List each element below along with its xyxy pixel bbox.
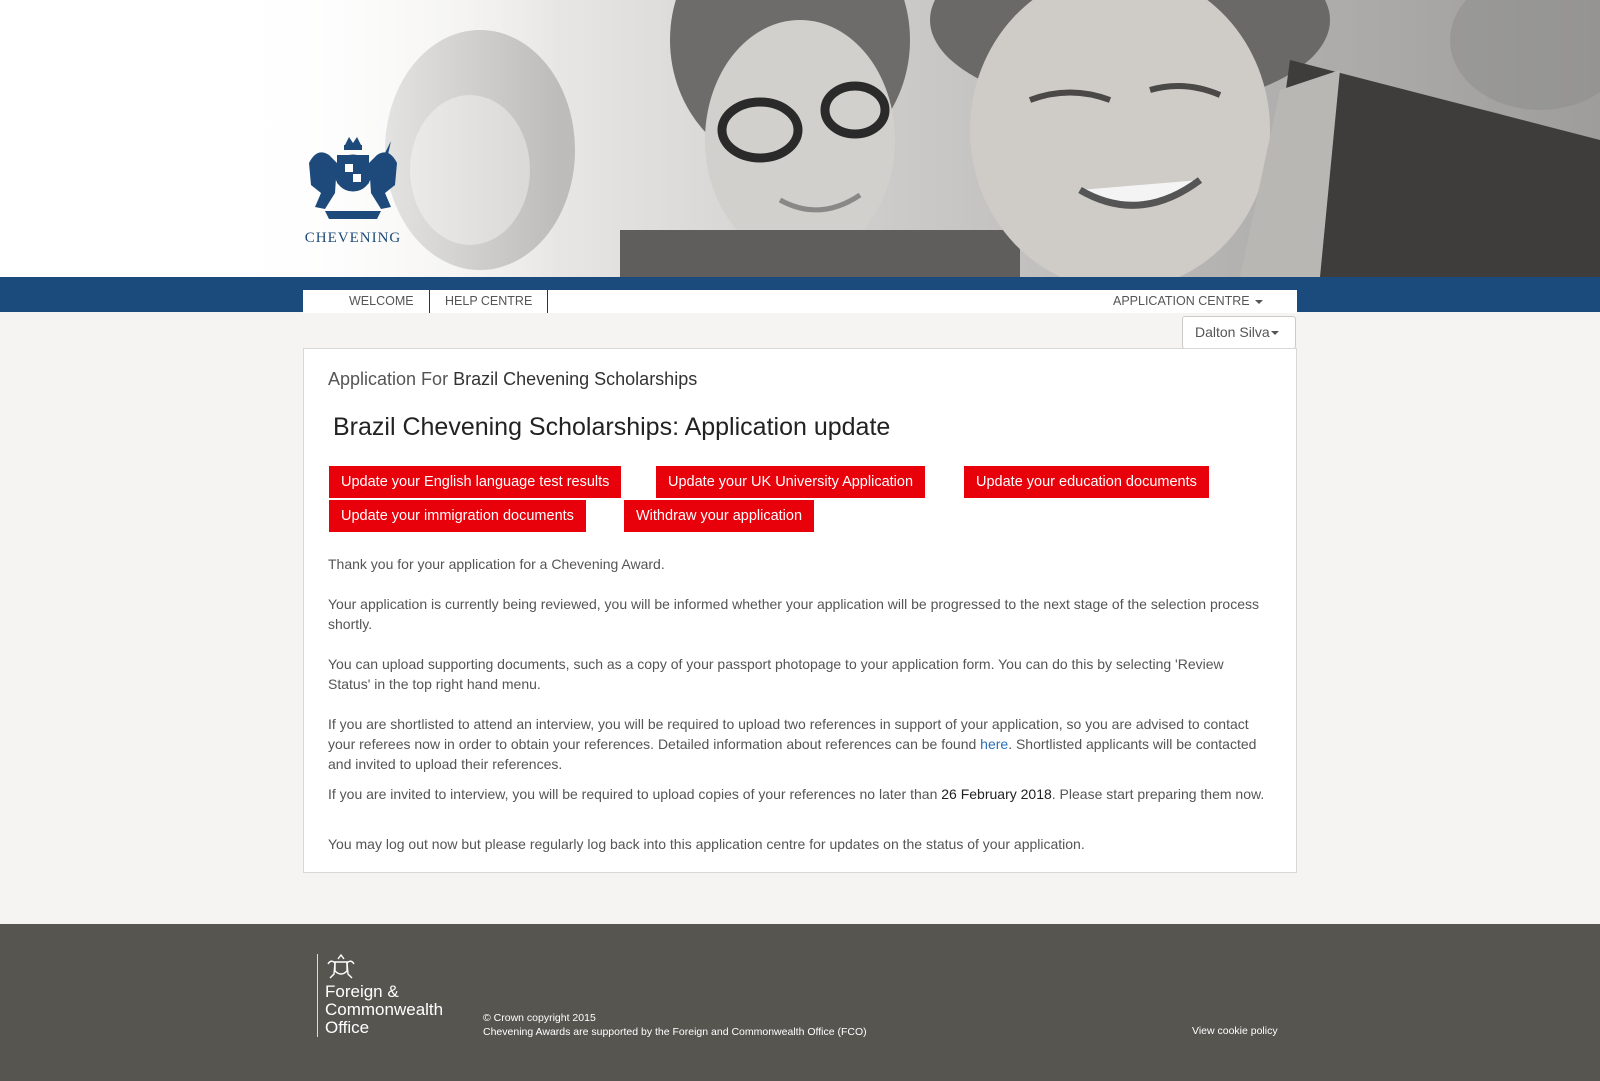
interview-text-end: . Please start preparing them now. [1051,786,1265,802]
update-immigration-documents-button[interactable]: Update your immigration documents [329,500,586,532]
application-for-line: Application For Brazil Chevening Scholar… [328,369,697,390]
references-here-link[interactable]: here [980,736,1008,752]
user-name: Dalton Silva [1195,324,1270,340]
royal-crest-icon [309,137,397,219]
nav-application-centre-label: APPLICATION CENTRE [1113,294,1250,308]
withdraw-application-button[interactable]: Withdraw your application [624,500,815,532]
logout-info-text: You may log out now but please regularly… [328,836,1085,852]
fco-name-line: Office [325,1018,370,1037]
application-panel: Application For Brazil Chevening Scholar… [303,348,1297,873]
chevening-logo[interactable]: CHEVENING [303,133,403,247]
brand-wordmark: CHEVENING [304,230,402,246]
user-menu-button[interactable]: Dalton Silva [1182,316,1296,349]
update-uk-university-button[interactable]: Update your UK University Application [656,466,926,498]
nav-welcome[interactable]: WELCOME [349,290,414,313]
supported-by-text: Chevening Awards are supported by the Fo… [483,1026,867,1038]
footer [0,924,1600,1081]
fco-name: Foreign & Commonwealth Office [325,983,455,1037]
cookie-policy-link[interactable]: View cookie policy [1192,1025,1278,1037]
chevron-down-icon [1254,299,1263,304]
top-navbar: WELCOME HELP CENTRE APPLICATION CENTRE [303,290,1297,313]
references-deadline-date: 26 February 2018 [941,786,1052,802]
upload-documents-text: You can upload supporting documents, suc… [328,656,1224,692]
chevron-down-icon [1270,331,1279,336]
update-education-documents-button[interactable]: Update your education documents [964,466,1209,498]
copyright-text: © Crown copyright 2015 [483,1012,596,1024]
nav-divider [429,290,430,313]
fco-name-line: Commonwealth [325,1000,444,1019]
thank-you-text: Thank you for your application for a Che… [328,556,665,572]
interview-text-start: If you are invited to interview, you wil… [328,786,942,802]
references-text: If you are shortlisted to attend an inte… [328,714,1268,774]
footer-copyright: © Crown copyright 2015 Chevening Awards … [483,1011,867,1039]
nav-help-centre[interactable]: HELP CENTRE [445,290,532,313]
hero-banner: CHEVENING [0,0,1600,277]
page-title: Brazil Chevening Scholarships: Applicati… [333,413,891,441]
interview-references-text: If you are invited to interview, you wil… [328,784,1268,804]
nav-divider [547,290,548,313]
application-for-label: Application For [328,369,449,389]
fco-name-line: Foreign & [325,982,399,1001]
royal-crest-icon [327,954,355,979]
fco-logo[interactable]: Foreign & Commonwealth Office [317,954,443,1037]
review-status-text: Your application is currently being revi… [328,596,1259,632]
update-english-test-button[interactable]: Update your English language test result… [329,466,622,498]
nav-application-centre[interactable]: APPLICATION CENTRE [1113,290,1263,313]
scheme-name: Brazil Chevening Scholarships [453,369,698,389]
hero-photo [0,0,1600,277]
